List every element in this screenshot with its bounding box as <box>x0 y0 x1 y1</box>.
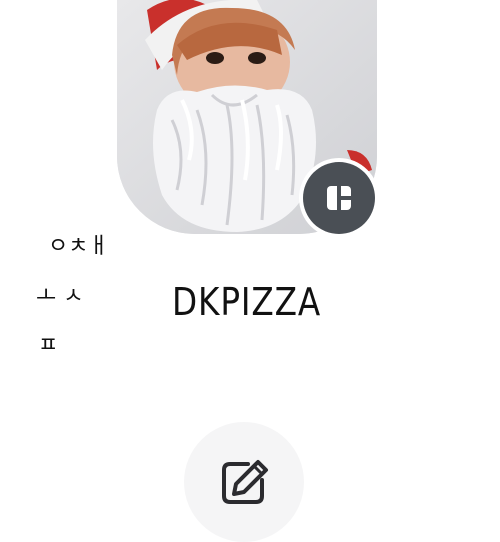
edit-note-icon <box>222 460 268 504</box>
handwriting-line-1: ㅇㅊㅐ <box>48 234 109 259</box>
write-note-button[interactable] <box>184 422 304 542</box>
change-photo-button[interactable] <box>299 158 379 238</box>
handwriting-line-3: ㅍ <box>38 333 58 358</box>
handwriting-line-2: ㅗ ㅅ <box>36 284 83 309</box>
profile-name: DKPIZZA <box>172 280 322 324</box>
handwritten-text: ㅇㅊㅐ ㅗ ㅅ ㅍ <box>36 234 109 358</box>
dashboard-layout-icon <box>327 186 351 210</box>
change-photo-badge <box>303 162 375 234</box>
